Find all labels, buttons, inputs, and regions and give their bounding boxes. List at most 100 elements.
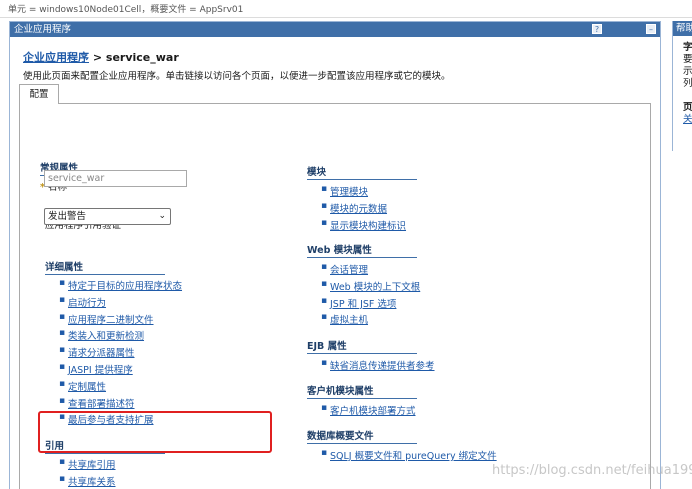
detail-link[interactable]: 类装入和更新检测 xyxy=(68,331,144,342)
bullet-icon: ▪ xyxy=(59,311,66,322)
client-module-list: ▪ 客户机模块部署方式 xyxy=(307,403,416,420)
list-item: ▪ 查看部署描述符 xyxy=(45,396,182,413)
breadcrumb-current: service_war xyxy=(105,51,179,64)
ref-validation-value: 发出警告 xyxy=(48,211,87,222)
bullet-icon: ▪ xyxy=(321,262,328,272)
list-item: ▪ Web 模块的上下文根 xyxy=(307,279,420,296)
help-line: 要 xyxy=(683,54,692,65)
bullet-icon: ▪ xyxy=(321,200,328,211)
list-item: ▪ 缺省消息传递提供者参考 xyxy=(307,358,435,375)
detail-link[interactable]: 请求分派器属性 xyxy=(68,348,135,359)
portlet-title: 企业应用程序 xyxy=(14,24,72,35)
detail-properties-heading: 详细属性 xyxy=(45,259,165,275)
db-profile-link[interactable]: SQLJ 概要文件和 pureQuery 绑定文件 xyxy=(330,451,497,462)
bullet-icon: ▪ xyxy=(321,358,328,368)
portlet-title-bar: 企业应用程序 ? – xyxy=(10,22,660,37)
help-panel-title: 帮助 xyxy=(673,21,692,36)
help-icon[interactable]: ? xyxy=(592,24,602,34)
name-input[interactable]: service_war xyxy=(44,170,187,187)
detail-link[interactable]: 应用程序二进制文件 xyxy=(68,315,154,326)
module-link[interactable]: 显示模块构建标识 xyxy=(330,221,406,232)
portlet: 企业应用程序 ? – 企业应用程序 > service_war 使用此页面来配置… xyxy=(9,21,661,489)
list-item: ▪ 启动行为 xyxy=(45,295,182,312)
list-item: ▪ 共享库关系 xyxy=(45,474,116,489)
breadcrumb-link[interactable]: 企业应用程序 xyxy=(23,51,89,64)
ref-validation-select[interactable]: 发出警告 ⌄ xyxy=(44,208,171,225)
bullet-icon: ▪ xyxy=(321,295,328,306)
module-link[interactable]: 管理模块 xyxy=(330,187,368,198)
breadcrumb: 企业应用程序 > service_war xyxy=(23,49,179,65)
detail-link[interactable]: 查看部署描述符 xyxy=(68,399,135,410)
bullet-icon: ▪ xyxy=(59,473,66,484)
web-module-link[interactable]: 虚拟主机 xyxy=(330,315,368,326)
bullet-icon: ▪ xyxy=(59,378,66,389)
help-panel: 帮助 字 要 示 列 页 关 xyxy=(672,21,692,151)
web-module-link[interactable]: JSP 和 JSF 选项 xyxy=(330,299,396,310)
detail-link[interactable]: 启动行为 xyxy=(68,298,106,309)
bullet-icon: ▪ xyxy=(59,294,66,305)
page-description: 使用此页面来配置企业应用程序。单击链接以访问各个页面，以便进一步配置该应用程序或… xyxy=(23,71,451,82)
tab-configuration[interactable]: 配置 xyxy=(19,84,59,104)
client-module-link[interactable]: 客户机模块部署方式 xyxy=(330,406,416,417)
list-item: ▪ 显示模块构建标识 xyxy=(307,218,406,235)
shared-library-references-link[interactable]: 共享库引用 xyxy=(68,460,116,471)
web-module-heading: Web 模块属性 xyxy=(307,242,417,258)
bullet-icon: ▪ xyxy=(59,457,66,467)
web-module-link[interactable]: Web 模块的上下文根 xyxy=(330,282,420,293)
help-link[interactable]: 关 xyxy=(683,114,692,126)
help-panel-body: 字 要 示 列 页 关 xyxy=(673,36,692,126)
list-item: ▪ 虚拟主机 xyxy=(307,312,420,329)
bullet-icon: ▪ xyxy=(321,278,328,289)
list-item: ▪ 定制属性 xyxy=(45,379,182,396)
watermark: https://blog.csdn.net/feihua1997 xyxy=(492,463,692,478)
list-item: ▪ 特定于目标的应用程序状态 xyxy=(45,278,182,295)
modules-heading: 模块 xyxy=(307,164,417,180)
bullet-icon: ▪ xyxy=(321,448,328,458)
bullet-icon: ▪ xyxy=(59,345,66,356)
list-item: ▪ 模块的元数据 xyxy=(307,201,406,218)
list-item: ▪ 类装入和更新检测 xyxy=(45,328,182,345)
bullet-icon: ▪ xyxy=(59,278,66,288)
chevron-down-icon: ⌄ xyxy=(158,211,166,221)
ejb-heading: EJB 属性 xyxy=(307,338,417,354)
detail-properties-list: ▪ 特定于目标的应用程序状态 ▪ 启动行为 ▪ 应用程序二进制文件 ▪ 类装入和更新检测… xyxy=(45,278,182,429)
bullet-icon: ▪ xyxy=(321,184,328,194)
minimize-icon[interactable]: – xyxy=(646,24,656,34)
help-line: 列 xyxy=(683,78,692,89)
bullet-icon: ▪ xyxy=(321,312,328,323)
bullet-icon: ▪ xyxy=(59,328,66,339)
client-module-heading: 客户机模块属性 xyxy=(307,383,417,399)
scope-bar: 单元 = windows10Node01Cell，概要文件 = AppSrv01 xyxy=(0,0,692,18)
detail-link[interactable]: JASPI 提供程序 xyxy=(68,365,133,376)
ejb-link[interactable]: 缺省消息传递提供者参考 xyxy=(330,361,435,372)
shared-library-relationships-link[interactable]: 共享库关系 xyxy=(68,477,116,488)
references-highlight xyxy=(38,411,272,453)
list-item: ▪ 会话管理 xyxy=(307,262,420,279)
help-line: 示 xyxy=(683,66,692,77)
bullet-icon: ▪ xyxy=(321,403,328,413)
breadcrumb-separator: > xyxy=(92,51,103,64)
list-item: ▪ SQLJ 概要文件和 pureQuery 绑定文件 xyxy=(307,448,497,465)
list-item: ▪ JSP 和 JSF 选项 xyxy=(307,296,420,313)
bullet-icon: ▪ xyxy=(59,395,66,406)
ejb-list: ▪ 缺省消息传递提供者参考 xyxy=(307,358,435,375)
web-module-list: ▪ 会话管理 ▪ Web 模块的上下文根 ▪ JSP 和 JSF 选项 ▪ 虚拟主机 xyxy=(307,262,420,329)
references-list: ▪ 共享库引用 ▪ 共享库关系 xyxy=(45,457,116,489)
db-profile-heading: 数据库概要文件 xyxy=(307,428,417,444)
db-profile-list: ▪ SQLJ 概要文件和 pureQuery 绑定文件 xyxy=(307,448,497,465)
module-link[interactable]: 模块的元数据 xyxy=(330,204,387,215)
bullet-icon: ▪ xyxy=(321,217,328,228)
list-item: ▪ 请求分派器属性 xyxy=(45,345,182,362)
bullet-icon: ▪ xyxy=(59,361,66,372)
help-line: 页 xyxy=(683,102,692,113)
detail-link[interactable]: 特定于目标的应用程序状态 xyxy=(68,281,182,292)
list-item: ▪ 共享库引用 xyxy=(45,457,116,474)
detail-link[interactable]: 定制属性 xyxy=(68,382,106,393)
list-item: ▪ 管理模块 xyxy=(307,184,406,201)
modules-list: ▪ 管理模块 ▪ 模块的元数据 ▪ 显示模块构建标识 xyxy=(307,184,406,234)
web-module-link[interactable]: 会话管理 xyxy=(330,265,368,276)
help-line: 字 xyxy=(683,42,692,53)
list-item: ▪ 应用程序二进制文件 xyxy=(45,312,182,329)
list-item: ▪ 客户机模块部署方式 xyxy=(307,403,416,420)
list-item: ▪ JASPI 提供程序 xyxy=(45,362,182,379)
